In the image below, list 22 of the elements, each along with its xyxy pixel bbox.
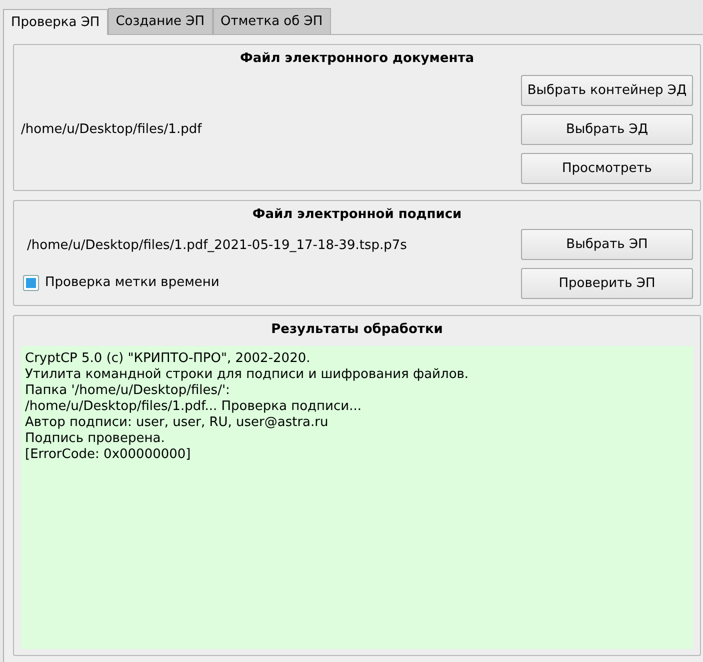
output-line: Подпись проверена. [25, 431, 166, 447]
output-line: [ErrorCode: 0x00000000] [25, 447, 192, 463]
group-title: Файл электронного документа [238, 51, 476, 66]
push-button[interactable]: Просмотреть [521, 153, 693, 184]
group-title: Результаты обработки [270, 322, 444, 337]
push-button[interactable]: Выбрать ЭД [521, 114, 693, 145]
output-line: CryptCP 5.0 (c) "КРИПТО-ПРО", 2002-2020. [25, 351, 312, 367]
tab[interactable]: Проверка ЭП [3, 9, 108, 35]
file-path: /home/u/Desktop/files/1.pdf [21, 122, 202, 137]
file-path: /home/u/Desktop/files/1.pdf_2021-05-19_17-18-39.tsp.p7s [26, 238, 407, 252]
output-line: /home/u/Desktop/files/1.pdf... Проверка подписи... [25, 399, 362, 415]
push-button[interactable]: Выбрать ЭП [521, 229, 693, 260]
checkbox-label: Проверка метки времени [45, 275, 220, 290]
push-button[interactable]: Выбрать контейнер ЭД [521, 75, 693, 106]
output-line: Автор подписи: user, user, RU, user@astra.ru [25, 415, 330, 431]
output-line: Папка '/home/u/Desktop/files/': [25, 383, 231, 399]
push-button[interactable]: Проверить ЭП [521, 268, 693, 299]
group-title: Файл электронной подписи [251, 207, 463, 222]
tab[interactable]: Отметка об ЭП [212, 8, 331, 34]
tab[interactable]: Создание ЭП [108, 8, 213, 34]
checkbox[interactable] [23, 274, 39, 290]
output-line: Утилита командной строки для подписи и шифрования файлов. [25, 367, 470, 383]
